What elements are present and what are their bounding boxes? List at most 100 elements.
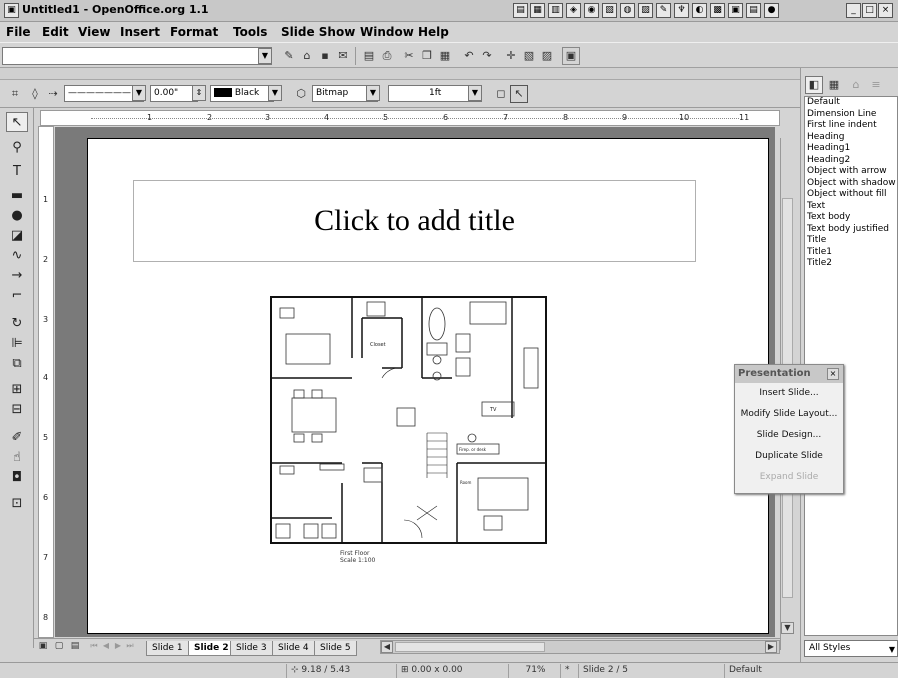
menu-view[interactable]: View	[78, 25, 110, 39]
scroll-right-icon[interactable]: ▶	[765, 641, 777, 653]
zoom-icon[interactable]: ⚲	[6, 138, 28, 158]
mail-icon[interactable]: ✉	[334, 47, 352, 65]
style-item[interactable]: Heading2	[805, 155, 897, 167]
menu-format[interactable]: Format	[170, 25, 218, 39]
style-item[interactable]: First line indent	[805, 120, 897, 132]
menu-window[interactable]: Window	[360, 25, 414, 39]
horizontal-scrollbar[interactable]: ◀ ▶	[380, 640, 780, 654]
slide-show-icon[interactable]: ⊡	[6, 494, 28, 514]
style-item[interactable]: Title1	[805, 247, 897, 259]
tab-slide-2[interactable]: Slide 2	[188, 641, 235, 656]
rotate-icon[interactable]: ↻	[6, 314, 28, 334]
launcher-icon-15[interactable]: ●	[764, 3, 779, 18]
redo-icon[interactable]: ↷	[478, 47, 496, 65]
menu-insert[interactable]: Insert	[120, 25, 160, 39]
style-item[interactable]: Text	[805, 201, 897, 213]
status-zoom[interactable]: 71%	[508, 664, 558, 678]
style-item[interactable]: Default	[805, 97, 897, 109]
launcher-icon-7[interactable]: ◍	[620, 3, 635, 18]
menu-edit[interactable]: Edit	[42, 25, 69, 39]
arrange-icon[interactable]: ⧉	[6, 354, 28, 374]
select-icon[interactable]: ↖	[6, 112, 28, 132]
fill-format-icon[interactable]: ⌂	[847, 76, 865, 94]
line-width-field[interactable]: 0.00"	[150, 85, 198, 102]
insert-icon[interactable]: ⊞	[6, 380, 28, 400]
menu-slide-show[interactable]: Slide Show	[281, 25, 355, 39]
paste-icon[interactable]: ▦	[436, 47, 454, 65]
alignment-icon[interactable]: ⊫	[6, 334, 28, 354]
close-icon[interactable]: ×	[878, 3, 893, 18]
launcher-icon-5[interactable]: ◉	[584, 3, 599, 18]
pointer-toggle-icon[interactable]: ↖	[510, 85, 528, 103]
pdf-icon[interactable]: ▤	[360, 47, 378, 65]
style-item[interactable]: Heading1	[805, 143, 897, 155]
save-icon[interactable]: ▪	[316, 47, 334, 65]
print-icon[interactable]: ⎙	[378, 47, 396, 65]
undo-icon[interactable]: ↶	[460, 47, 478, 65]
style-item[interactable]: Object without fill	[805, 189, 897, 201]
style-item[interactable]: Text body justified	[805, 224, 897, 236]
drawing-view-tab-icon[interactable]: ▣	[36, 639, 50, 653]
launcher-icon-6[interactable]: ▧	[602, 3, 617, 18]
layer-view-icon[interactable]: ▤	[68, 639, 82, 653]
style-item[interactable]: Title	[805, 235, 897, 247]
style-item[interactable]: Title2	[805, 258, 897, 270]
copy-icon[interactable]: ❐	[418, 47, 436, 65]
navigator-icon[interactable]: ✛	[502, 47, 520, 65]
line-color-dropdown-icon[interactable]: ▼	[268, 85, 282, 101]
launcher-icon-9[interactable]: ✎	[656, 3, 671, 18]
area-icon[interactable]: ⬡	[292, 85, 310, 103]
duplicate-slide-button[interactable]: Duplicate Slide	[735, 446, 843, 467]
3d-controller-icon[interactable]: ◘	[6, 468, 28, 488]
style-item[interactable]: Object with shadow	[805, 178, 897, 190]
line-width-spin-icon[interactable]: ⇕	[192, 85, 206, 101]
menu-tools[interactable]: Tools	[233, 25, 267, 39]
last-slide-icon[interactable]: ⏭	[124, 639, 136, 653]
3d-objects-icon[interactable]: ◪	[6, 226, 28, 246]
style-item[interactable]: Text body	[805, 212, 897, 224]
modify-layout-button[interactable]: Modify Slide Layout...	[735, 404, 843, 425]
tab-slide-5[interactable]: Slide 5	[314, 641, 357, 656]
line-style-icon[interactable]: ⌗	[6, 85, 24, 103]
launcher-icon-3[interactable]: ▥	[548, 3, 563, 18]
ellipse-icon[interactable]: ●	[6, 206, 28, 226]
connector-icon[interactable]: ⌐	[6, 286, 28, 306]
launcher-icon-2[interactable]: ▦	[530, 3, 545, 18]
line-color-combo[interactable]: Black	[210, 85, 274, 102]
launcher-icon-8[interactable]: ▨	[638, 3, 653, 18]
first-slide-icon[interactable]: ⏮	[88, 639, 100, 653]
url-dropdown-icon[interactable]: ▼	[258, 48, 272, 64]
arrow-style-icon[interactable]: ◊	[26, 85, 44, 103]
slide-design-button[interactable]: Slide Design...	[735, 425, 843, 446]
line-icon[interactable]: ⇢	[44, 85, 62, 103]
menu-file[interactable]: File	[6, 25, 31, 39]
interaction-icon[interactable]: ☝	[6, 448, 28, 468]
next-slide-icon[interactable]: ▶	[112, 639, 124, 653]
controls-icon[interactable]: ⊟	[6, 400, 28, 420]
shadow-icon[interactable]: ◻	[492, 85, 510, 103]
cut-icon[interactable]: ✂	[400, 47, 418, 65]
vertical-ruler[interactable]: 1 2 3 4 5 6 7 8	[38, 126, 54, 638]
minimize-icon[interactable]: _	[846, 3, 861, 18]
rectangle-icon[interactable]: ▬	[6, 186, 28, 206]
curve-icon[interactable]: ∿	[6, 246, 28, 266]
collapsed-toolbar[interactable]	[0, 68, 800, 80]
master-view-icon[interactable]: ▢	[52, 639, 66, 653]
launcher-icon-10[interactable]: ♆	[674, 3, 689, 18]
maximize-icon[interactable]: □	[862, 3, 877, 18]
title-placeholder[interactable]: Click to add title	[133, 180, 696, 262]
style-item[interactable]: Heading	[805, 132, 897, 144]
new-style-icon[interactable]: ≡	[867, 76, 885, 94]
edit-file-icon[interactable]: ✎	[280, 47, 298, 65]
launcher-icon-14[interactable]: ▤	[746, 3, 761, 18]
area-fill-dropdown-icon[interactable]: ▼	[468, 85, 482, 101]
launcher-icon-1[interactable]: ▤	[513, 3, 528, 18]
url-input[interactable]	[2, 47, 272, 65]
floor-plan-image[interactable]: Closet TV Firep. or desk Room	[270, 296, 547, 544]
tab-slide-1[interactable]: Slide 1	[146, 641, 189, 656]
area-style-dropdown-icon[interactable]: ▼	[366, 85, 380, 101]
open-icon[interactable]: ⌂	[298, 47, 316, 65]
tab-slide-3[interactable]: Slide 3	[230, 641, 273, 656]
scroll-left-icon[interactable]: ◀	[381, 641, 393, 653]
style-filter-select[interactable]: All Styles ▼	[804, 640, 898, 657]
